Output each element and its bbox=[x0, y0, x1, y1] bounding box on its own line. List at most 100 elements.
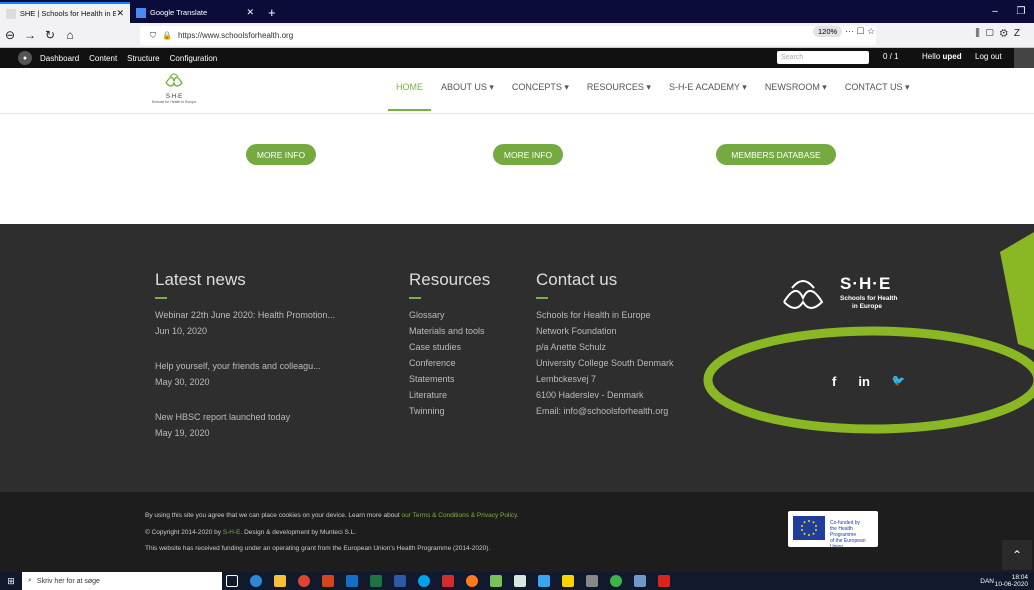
footer-brand-sub1: Schools for Health bbox=[840, 295, 898, 302]
contact-title: Contact us bbox=[536, 270, 618, 289]
news-item[interactable]: Webinar 22th June 2020: Health Promotion… bbox=[155, 307, 335, 339]
tab-google-translate[interactable]: Google Translate ✕ bbox=[130, 2, 260, 23]
news-item[interactable]: Help yourself, your friends and colleagu… bbox=[155, 358, 321, 390]
windows-taskbar: ⊞ ⌕ Skriv her for at søge DAN 18:04 10-0… bbox=[0, 572, 1034, 590]
main-nav: HOME ABOUT US ▾ CONCEPTS ▾ RESOURCES ▾ S… bbox=[388, 82, 928, 111]
resource-link-case-studies[interactable]: Case studies bbox=[409, 339, 485, 355]
window-controls: – ❐ bbox=[982, 0, 1034, 23]
news-title[interactable]: Help yourself, your friends and colleagu… bbox=[155, 358, 321, 374]
powerpoint-icon[interactable] bbox=[322, 575, 334, 587]
nav-she-academy[interactable]: S-H-E ACADEMY ▾ bbox=[669, 82, 747, 93]
more-info-button-1[interactable]: MORE INFO bbox=[246, 144, 316, 165]
tab-label: SHE | Schools for Health in Europe bbox=[19, 9, 117, 18]
edge-icon[interactable] bbox=[250, 575, 262, 587]
resource-link-materials[interactable]: Materials and tools bbox=[409, 323, 485, 339]
restore-icon[interactable]: ❐ bbox=[1008, 6, 1034, 17]
nav-contact-us[interactable]: CONTACT US ▾ bbox=[845, 82, 910, 93]
news-date: May 30, 2020 bbox=[155, 377, 210, 387]
shield-icon: ⛉ bbox=[150, 30, 156, 40]
close-icon[interactable]: ✕ bbox=[246, 7, 254, 18]
divider bbox=[409, 297, 421, 299]
cookie-notice: By using this site you agree that we can… bbox=[145, 512, 519, 519]
clock[interactable]: 18:04 10-06-2020 bbox=[995, 574, 1028, 588]
drupal-home-icon[interactable]: ● bbox=[18, 51, 32, 65]
resource-link-twinning[interactable]: Twinning bbox=[409, 403, 485, 419]
chrome-icon[interactable] bbox=[298, 575, 310, 587]
toolbar-icons[interactable]: ⫼▢⚙Z bbox=[975, 28, 1026, 39]
resource-link-conference[interactable]: Conference bbox=[409, 355, 485, 371]
scroll-to-top-button[interactable]: ⌃ bbox=[1002, 540, 1032, 570]
nav-home[interactable]: HOME bbox=[388, 82, 431, 111]
members-database-button[interactable]: MEMBERS DATABASE bbox=[716, 144, 836, 165]
twitter-icon[interactable]: 🐦 bbox=[892, 374, 906, 389]
nav-concepts[interactable]: CONCEPTS ▾ bbox=[512, 82, 569, 93]
contact-line: University College South Denmark bbox=[536, 358, 674, 368]
resource-link-glossary[interactable]: Glossary bbox=[409, 307, 485, 323]
app-people-icon[interactable] bbox=[514, 575, 526, 587]
translate-favicon-icon bbox=[136, 7, 146, 18]
skype-icon[interactable] bbox=[418, 575, 430, 587]
notepad-icon[interactable] bbox=[490, 575, 502, 587]
language-indicator[interactable]: DAN bbox=[980, 578, 994, 585]
resource-link-literature[interactable]: Literature bbox=[409, 387, 485, 403]
resources-list: Glossary Materials and tools Case studie… bbox=[409, 307, 485, 419]
site-logo[interactable]: S·H·E Schools for Health in Europe bbox=[142, 71, 206, 111]
new-tab-button[interactable]: + bbox=[260, 2, 284, 23]
admin-menu-structure[interactable]: Structure bbox=[127, 54, 159, 63]
close-icon[interactable]: ✕ bbox=[116, 8, 124, 19]
search-icon: ⌕ bbox=[28, 577, 32, 584]
task-view-icon[interactable] bbox=[226, 575, 238, 587]
logo-subtitle: Schools for Health in Europe bbox=[151, 100, 197, 104]
news-date: Jun 10, 2020 bbox=[155, 326, 208, 336]
back-icon[interactable]: ⊖ bbox=[0, 28, 20, 42]
sticky-notes-icon[interactable] bbox=[562, 575, 574, 587]
minimize-icon[interactable]: – bbox=[982, 6, 1008, 17]
firefox-icon[interactable] bbox=[466, 575, 478, 587]
she-link[interactable]: S-H-E. bbox=[223, 529, 243, 536]
terms-link[interactable]: our Terms & Conditions & Privacy Policy. bbox=[402, 512, 519, 519]
linkedin-icon[interactable]: in bbox=[858, 374, 870, 389]
admin-toolbar: ● Dashboard Content Structure Configurat… bbox=[0, 48, 1034, 68]
reload-icon[interactable]: ↻ bbox=[40, 28, 60, 42]
zoom-level[interactable]: 120% bbox=[813, 26, 843, 37]
logout-link[interactable]: Log out bbox=[975, 52, 1002, 61]
url-input[interactable]: ⛉ 🔒 https://www.schoolsforhealth.org bbox=[140, 26, 876, 45]
facebook-icon[interactable]: f bbox=[832, 374, 836, 389]
app-red-icon[interactable] bbox=[442, 575, 454, 587]
news-date: May 19, 2020 bbox=[155, 428, 210, 438]
app-settings-icon[interactable] bbox=[634, 575, 646, 587]
page-actions[interactable]: ··· ☐ ☆ bbox=[845, 26, 875, 37]
footer-logo[interactable]: S·H·E Schools for Health in Europe bbox=[778, 270, 918, 320]
news-title[interactable]: Webinar 22th June 2020: Health Promotion… bbox=[155, 307, 335, 323]
contact-line: Lembckesvej 7 bbox=[536, 374, 597, 384]
nav-about-us[interactable]: ABOUT US ▾ bbox=[441, 82, 494, 93]
outlook-icon[interactable] bbox=[346, 575, 358, 587]
home-icon[interactable]: ⌂ bbox=[60, 28, 80, 42]
taskbar-search-input[interactable]: ⌕ Skriv her for at søge bbox=[22, 572, 222, 590]
admin-search-input[interactable]: Search bbox=[777, 51, 869, 64]
eu-cofunded-badge: Co-funded by the Health Programme of the… bbox=[788, 511, 878, 550]
news-item[interactable]: New HBSC report launched today May 19, 2… bbox=[155, 409, 290, 441]
acrobat-icon[interactable] bbox=[658, 575, 670, 587]
app-gray-icon[interactable] bbox=[586, 575, 598, 587]
chrome-2-icon[interactable] bbox=[610, 575, 622, 587]
contact-line: Network Foundation bbox=[536, 326, 617, 336]
windows-start-icon[interactable]: ⊞ bbox=[0, 576, 22, 587]
latest-news-title: Latest news bbox=[155, 270, 246, 289]
nav-newsroom[interactable]: NEWSROOM ▾ bbox=[765, 82, 827, 93]
more-info-button-2[interactable]: MORE INFO bbox=[493, 144, 563, 165]
file-explorer-icon[interactable] bbox=[274, 575, 286, 587]
excel-icon[interactable] bbox=[370, 575, 382, 587]
nav-resources[interactable]: RESOURCES ▾ bbox=[587, 82, 651, 93]
tab-she[interactable]: SHE | Schools for Health in Europe ✕ bbox=[0, 2, 130, 23]
admin-menu-content[interactable]: Content bbox=[89, 54, 117, 63]
admin-menu-dashboard[interactable]: Dashboard bbox=[40, 54, 79, 63]
contact-email[interactable]: Email: info@schoolsforhealth.org bbox=[536, 403, 674, 419]
word-icon[interactable] bbox=[394, 575, 406, 587]
forward-icon[interactable]: → bbox=[20, 28, 40, 42]
admin-menu-configuration[interactable]: Configuration bbox=[170, 54, 218, 63]
news-title[interactable]: New HBSC report launched today bbox=[155, 409, 290, 425]
app-drop-icon[interactable] bbox=[538, 575, 550, 587]
resource-link-statements[interactable]: Statements bbox=[409, 371, 485, 387]
admin-toggle-button[interactable] bbox=[1014, 48, 1034, 68]
